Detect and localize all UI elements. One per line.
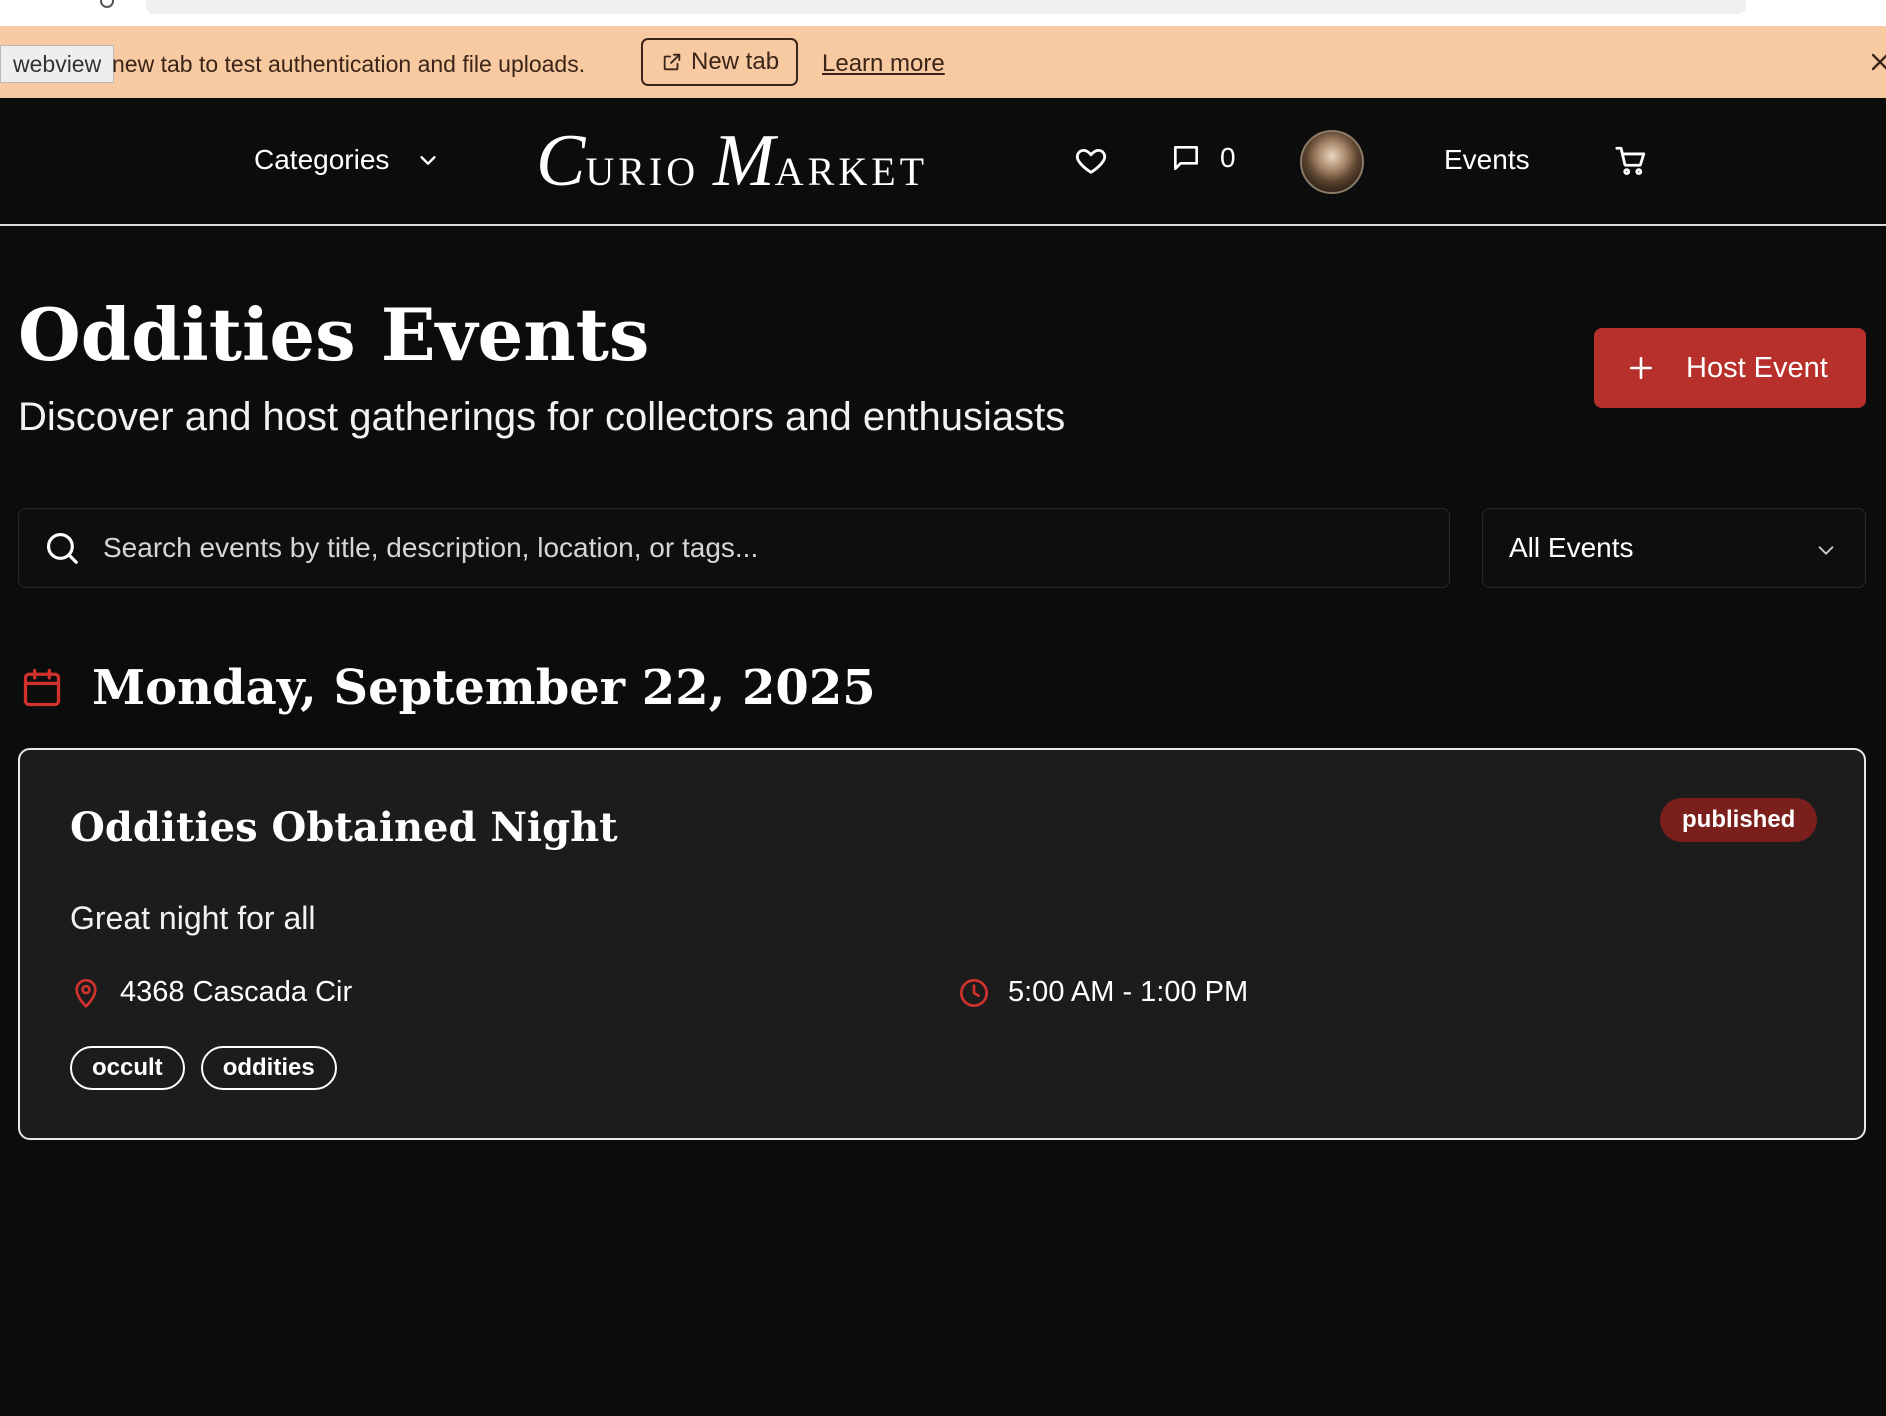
chevron-down-icon (1818, 546, 1834, 555)
external-link-icon (663, 53, 681, 71)
clock-icon (960, 978, 988, 1007)
browser-chrome (0, 0, 1886, 26)
reload-icon[interactable] (100, 0, 114, 8)
new-tab-button[interactable]: New tab (641, 38, 798, 86)
webview-chip: webview (0, 45, 115, 83)
event-location: 4368 Cascada Cir (70, 976, 352, 1009)
host-event-label: Host Event (1686, 351, 1828, 384)
events-link[interactable]: Events (1444, 142, 1530, 178)
categories-label: Categories (254, 144, 390, 175)
avatar[interactable] (1300, 130, 1364, 194)
banner-message: new tab to test authentication and file … (112, 51, 586, 77)
heart-icon[interactable] (1074, 144, 1108, 178)
search-input[interactable] (103, 532, 1403, 564)
event-time: 5:00 AM - 1:00 PM (958, 976, 1248, 1009)
event-description: Great night for all (70, 900, 316, 936)
plus-icon (1629, 356, 1653, 380)
messages-button[interactable]: 0 (1170, 142, 1236, 174)
date-heading: Monday, September 22, 2025 (92, 660, 876, 716)
cart-icon[interactable] (1614, 144, 1648, 178)
date-group-header: Monday, September 22, 2025 (20, 660, 876, 716)
event-title[interactable]: Oddities Obtained Night (70, 802, 618, 854)
close-icon[interactable] (1868, 50, 1886, 74)
search-bar (18, 508, 1450, 588)
curio-market-logo[interactable]: CURIO MARKET (536, 116, 928, 217)
tag-chip[interactable]: occult (70, 1046, 185, 1090)
event-card[interactable]: Oddities Obtained Night published Great … (18, 748, 1866, 1140)
search-icon (46, 532, 78, 564)
filter-selected-value: All Events (1509, 532, 1634, 563)
chevron-down-icon (420, 156, 437, 165)
page-subtitle: Discover and host gatherings for collect… (18, 395, 1066, 439)
address-bar[interactable] (146, 0, 1746, 14)
map-pin-icon (75, 978, 97, 1008)
tag-chip[interactable]: oddities (200, 1046, 337, 1090)
top-navigation: Categories CURIO MARKET 0 Events (0, 98, 1886, 226)
event-tags: occult oddities (70, 1046, 353, 1090)
event-location-text: 4368 Cascada Cir (120, 976, 353, 1008)
categories-menu[interactable]: Categories (254, 142, 439, 178)
status-badge: published (1660, 798, 1818, 842)
calendar-icon (23, 668, 61, 707)
message-icon (1174, 146, 1198, 170)
webview-warning-banner: webview new tab to test authentication a… (0, 26, 1886, 98)
new-tab-label: New tab (691, 48, 780, 75)
host-event-button[interactable]: Host Event (1594, 328, 1866, 408)
learn-more-link[interactable]: Learn more (822, 46, 945, 82)
event-time-text: 5:00 AM - 1:00 PM (1008, 976, 1249, 1008)
message-count: 0 (1220, 142, 1236, 173)
page-title: Oddities Events (18, 292, 650, 377)
event-filter-select[interactable]: All Events (1482, 508, 1866, 588)
